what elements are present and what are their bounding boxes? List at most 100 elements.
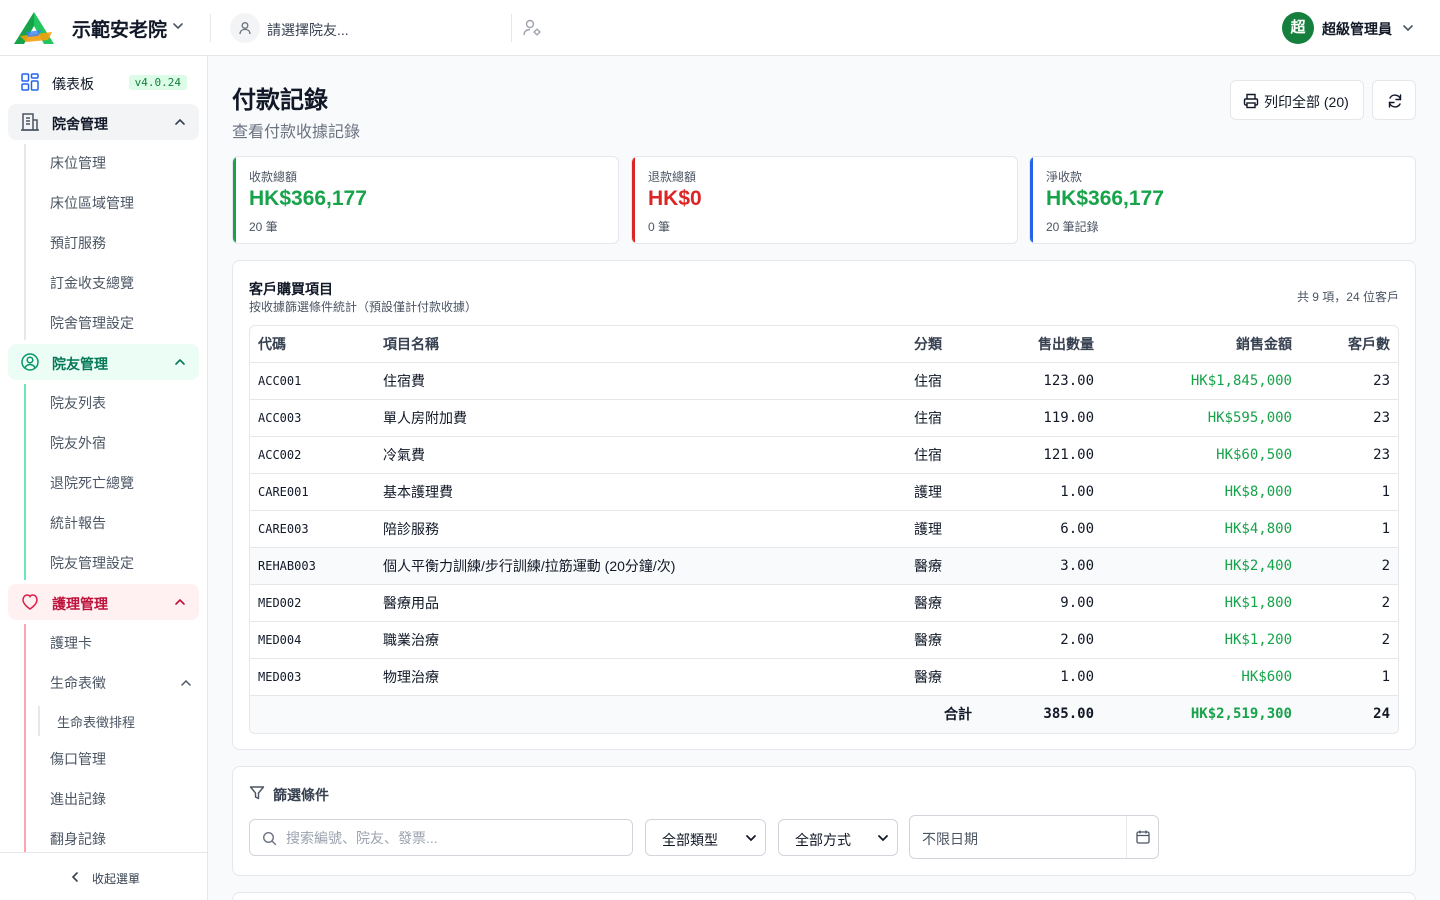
resident-placeholder: 請選擇院友... [267,22,349,38]
table-row[interactable]: MED002 醫療用品 醫療 9.00 HK$1,800 2 [250,585,1398,622]
sidebar-item-resident-settings[interactable]: 院友管理設定 [50,553,134,573]
column-header[interactable]: 代碼 [258,326,286,363]
search-field[interactable] [249,819,633,856]
avatar[interactable]: 超 [1282,12,1314,44]
table-row[interactable]: CARE001 基本護理費 護理 1.00 HK$8,000 1 [250,474,1398,511]
column-header[interactable]: 分類 [914,326,942,363]
item-category: 護理 [914,521,942,537]
divider [38,706,40,736]
item-qty: 121.00 [1043,447,1094,463]
table-total-row: 合計 385.00 HK$2,519,300 24 [250,696,1398,733]
user-circle-icon [21,353,39,371]
sidebar-item-bed-management[interactable]: 床位管理 [50,153,106,173]
total-label: 合計 [944,706,972,722]
page-subtitle: 查看付款收據記錄 [232,124,361,141]
item-name: 職業治療 [383,632,439,648]
sidebar-item-vital-schedule[interactable]: 生命表徵排程 [57,712,135,731]
sidebar-item-discharge-overview[interactable]: 退院死亡總覽 [50,473,134,493]
card-title: 客戶購買項目 [249,281,333,297]
sidebar-item-dashboard[interactable]: 儀表板 v4.0.24 [8,64,199,100]
column-header[interactable]: 項目名稱 [383,326,439,363]
sidebar-group-facility[interactable]: 院舍管理 [8,104,199,140]
sidebar: 儀表板 v4.0.24 院舍管理 床位管理 床位區域管理 預訂服務 訂金收支總覽… [0,56,208,900]
facility-name[interactable]: 示範安老院 [72,15,167,42]
version-badge: v4.0.24 [128,75,187,90]
chevron-up-icon[interactable] [179,676,193,690]
table-row[interactable]: MED004 職業治療 醫療 2.00 HK$1,200 2 [250,622,1398,659]
chevron-up-icon[interactable] [173,355,187,369]
user-name[interactable]: 超級管理員 [1322,19,1392,39]
sidebar-group-residents[interactable]: 院友管理 [8,344,199,380]
page-title: 付款記錄 [232,87,328,114]
stat-card-net: 淨收款 HK$366,177 20 筆記錄 [1029,156,1416,244]
table-row[interactable]: CARE003 陪診服務 護理 6.00 HK$4,800 1 [250,511,1398,548]
table-row[interactable]: ACC002 冷氣費 住宿 121.00 HK$60,500 23 [250,437,1398,474]
chevron-down-icon [746,835,756,842]
table-row[interactable]: MED003 物理治療 醫療 1.00 HK$600 1 [250,659,1398,696]
sidebar-item-vital-signs[interactable]: 生命表徵 [50,673,106,693]
sidebar-item-statistics[interactable]: 統計報告 [50,513,106,533]
table-row[interactable]: REHAB003 個人平衡力訓練/步行訓練/拉筋運動 (20分鐘/次) 醫療 3.00… [250,548,1398,585]
stat-card-received: 收款總額 HK$366,177 20 筆 [232,156,619,244]
refresh-icon [1388,94,1402,108]
column-header[interactable]: 銷售金額 [1236,326,1292,363]
item-category: 住宿 [914,373,942,389]
sidebar-item-in-out-records[interactable]: 進出記錄 [50,789,106,809]
sidebar-group-care[interactable]: 護理管理 [8,584,199,620]
item-amount: HK$595,000 [1207,410,1292,426]
date-range-field[interactable]: 不限日期 [909,815,1159,859]
total-customers: 24 [1373,706,1390,722]
calendar-icon[interactable] [1135,829,1151,845]
dashboard-icon [21,73,39,91]
date-placeholder: 不限日期 [922,831,978,847]
sidebar-group-label: 院舍管理 [52,116,108,132]
column-header[interactable]: 售出數量 [1038,326,1094,363]
item-name: 陪診服務 [383,521,439,537]
print-all-button[interactable]: 列印全部 (20) [1230,80,1364,120]
sidebar-item-wound-management[interactable]: 傷口管理 [50,749,106,769]
divider [24,384,26,580]
type-select-value: 全部類型 [662,832,718,848]
item-name: 基本護理費 [383,484,453,500]
sidebar-item-resident-list[interactable]: 院友列表 [50,393,106,413]
building-icon [21,113,39,131]
item-qty: 123.00 [1043,373,1094,389]
app-logo[interactable] [12,10,56,46]
type-select[interactable]: 全部類型 [645,819,766,856]
item-qty: 2.00 [1060,632,1094,648]
search-input[interactable] [286,828,616,848]
table-row[interactable]: ACC003 單人房附加費 住宿 119.00 HK$595,000 23 [250,400,1398,437]
item-category: 醫療 [914,595,942,611]
item-customers: 1 [1381,669,1390,685]
resident-selector[interactable]: 請選擇院友... [230,13,510,43]
purchase-items-table: 代碼 項目名稱 分類 售出數量 銷售金額 客戶數 ACC001 住宿費 住宿 123.… [249,325,1399,734]
collapse-menu-label: 收起選單 [92,872,141,886]
sidebar-item-care-card[interactable]: 護理卡 [50,633,92,653]
purchase-items-card: 客戶購買項目 按收據篩選條件統計（預設僅計付款收據） 共 9 項，24 位客戶 … [232,260,1416,750]
sidebar-item-resident-leave[interactable]: 院友外宿 [50,433,106,453]
sidebar-item-facility-settings[interactable]: 院舍管理設定 [50,313,134,333]
chevron-up-icon[interactable] [173,595,187,609]
item-category: 護理 [914,484,942,500]
divider [210,14,211,42]
item-customers: 23 [1373,373,1390,389]
chevron-down-icon[interactable] [170,18,186,34]
chevron-left-icon [71,872,78,882]
column-header[interactable]: 客戶數 [1348,326,1390,363]
item-amount: HK$4,800 [1224,521,1292,537]
sidebar-item-deposit-overview[interactable]: 訂金收支總覽 [50,273,134,293]
collapse-menu-button[interactable]: 收起選單 [0,852,207,900]
method-select[interactable]: 全部方式 [778,819,898,856]
chevron-down-icon[interactable] [1400,20,1416,36]
chevron-up-icon[interactable] [173,115,187,129]
table-row[interactable]: ACC001 住宿費 住宿 123.00 HK$1,845,000 23 [250,363,1398,400]
sidebar-item-bed-area[interactable]: 床位區域管理 [50,193,134,213]
item-customers: 23 [1373,410,1390,426]
stat-value: HK$0 [648,187,702,210]
sidebar-item-turning-records[interactable]: 翻身記錄 [50,829,106,849]
item-customers: 23 [1373,447,1390,463]
user-settings-icon[interactable] [521,17,543,39]
refresh-button[interactable] [1372,80,1416,120]
sidebar-item-booking[interactable]: 預訂服務 [50,233,106,253]
item-code: MED004 [258,633,302,647]
